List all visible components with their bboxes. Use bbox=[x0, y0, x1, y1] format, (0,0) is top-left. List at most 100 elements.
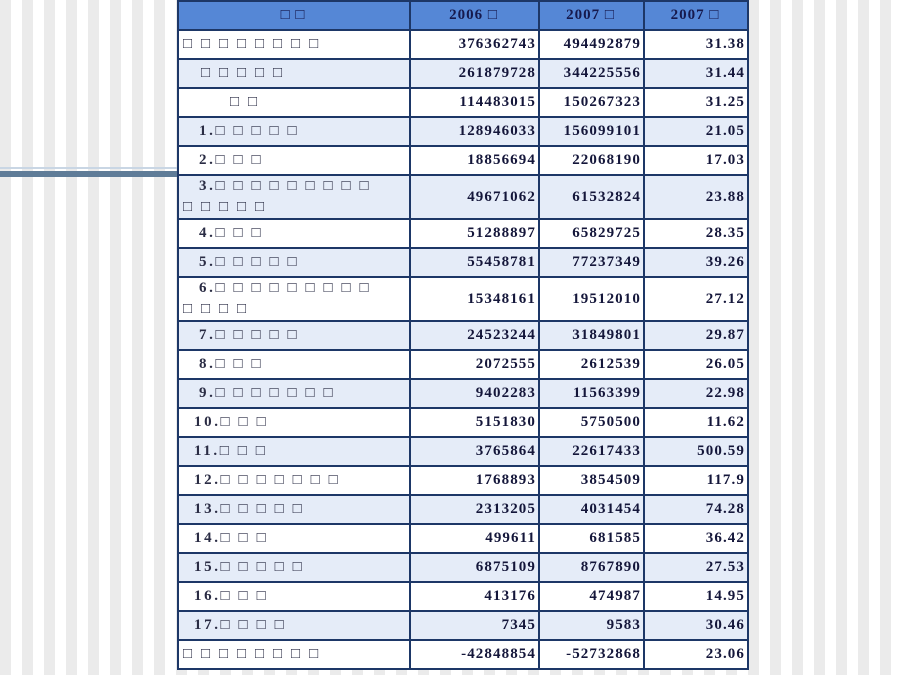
row-label: 4.□ □ □ bbox=[177, 218, 411, 249]
value-2007: 19512010 bbox=[538, 276, 645, 322]
row-label: 10.□ □ □ bbox=[177, 407, 411, 438]
growth-rate: 27.53 bbox=[643, 552, 749, 583]
value-2007: 77237349 bbox=[538, 247, 645, 278]
growth-rate: 31.38 bbox=[643, 29, 749, 60]
table-row: 6.□ □ □ □ □ □ □ □ □ □ □ □ □ 15348161 195120… bbox=[177, 276, 749, 322]
value-2007: -52732868 bbox=[538, 639, 645, 670]
growth-rate: 14.95 bbox=[643, 581, 749, 612]
table-row: 1.□ □ □ □ □ 128946033 156099101 21.05 bbox=[177, 116, 749, 147]
row-label-line: 15.□ □ □ □ □ bbox=[194, 559, 305, 575]
row-label: 9.□ □ □ □ □ □ □ bbox=[177, 378, 411, 409]
row-label-line: □ □ □ □ □ bbox=[201, 65, 285, 81]
growth-rate: 31.44 bbox=[643, 58, 749, 89]
value-2006: 18856694 bbox=[409, 145, 540, 176]
row-label: 7.□ □ □ □ □ bbox=[177, 320, 411, 351]
table-row: □ □ □ □ □ 261879728 344225556 31.44 bbox=[177, 58, 749, 89]
row-label-line: □ □ □ □ □ □ □ □ bbox=[183, 36, 321, 52]
growth-rate: 30.46 bbox=[643, 610, 749, 641]
value-2007: 150267323 bbox=[538, 87, 645, 118]
table-header: □ □ 2006 □ 2007 □ 2007 □ bbox=[177, 0, 749, 31]
table-row: 8.□ □ □ 2072555 2612539 26.05 bbox=[177, 349, 749, 380]
row-label-line: 9.□ □ □ □ □ □ □ bbox=[199, 385, 336, 401]
row-label-line: 4.□ □ □ bbox=[199, 225, 264, 241]
row-label-line: 1.□ □ □ □ □ bbox=[199, 123, 300, 139]
growth-rate: 23.06 bbox=[643, 639, 749, 670]
row-label-line: 11.□ □ □ bbox=[194, 443, 268, 459]
value-2007: 11563399 bbox=[538, 378, 645, 409]
value-2007: 22068190 bbox=[538, 145, 645, 176]
value-2007: 681585 bbox=[538, 523, 645, 554]
growth-rate: 28.35 bbox=[643, 218, 749, 249]
value-2007: 474987 bbox=[538, 581, 645, 612]
table-row: 3.□ □ □ □ □ □ □ □ □ □ □ □ □ □ 49671062 6153… bbox=[177, 174, 749, 220]
row-label: 3.□ □ □ □ □ □ □ □ □ □ □ □ □ □ bbox=[177, 174, 411, 220]
value-2007: 4031454 bbox=[538, 494, 645, 525]
table-row: 4.□ □ □ 51288897 65829725 28.35 bbox=[177, 218, 749, 249]
growth-rate: 26.05 bbox=[643, 349, 749, 380]
table-row: 7.□ □ □ □ □ 24523244 31849801 29.87 bbox=[177, 320, 749, 351]
table-row: 12.□ □ □ □ □ □ □ 1768893 3854509 117.9 bbox=[177, 465, 749, 496]
table-row: 2.□ □ □ 18856694 22068190 17.03 bbox=[177, 145, 749, 176]
value-2006: 499611 bbox=[409, 523, 540, 554]
table-row: 5.□ □ □ □ □ 55458781 77237349 39.26 bbox=[177, 247, 749, 278]
row-label-line: □ □ □ □ □ □ □ □ bbox=[183, 646, 321, 662]
row-label-line: 7.□ □ □ □ □ bbox=[199, 327, 300, 343]
growth-rate: 117.9 bbox=[643, 465, 749, 496]
header-row: □ □ 2006 □ 2007 □ 2007 □ bbox=[177, 0, 749, 31]
table-row: 17.□ □ □ □ 7345 9583 30.46 bbox=[177, 610, 749, 641]
growth-rate: 17.03 bbox=[643, 145, 749, 176]
growth-rate: 21.05 bbox=[643, 116, 749, 147]
value-2007: 9583 bbox=[538, 610, 645, 641]
growth-rate: 11.62 bbox=[643, 407, 749, 438]
table-row: 9.□ □ □ □ □ □ □ 9402283 11563399 22.98 bbox=[177, 378, 749, 409]
decorative-line bbox=[0, 171, 178, 177]
row-label-line: 12.□ □ □ □ □ □ □ bbox=[194, 472, 341, 488]
value-2006: 15348161 bbox=[409, 276, 540, 322]
row-label-line: 13.□ □ □ □ □ bbox=[194, 501, 305, 517]
header-cell-2007: 2007 □ bbox=[538, 0, 645, 31]
table-row: 15.□ □ □ □ □ 6875109 8767890 27.53 bbox=[177, 552, 749, 583]
value-2006: 376362743 bbox=[409, 29, 540, 60]
row-label-line: 14.□ □ □ bbox=[194, 530, 269, 546]
row-label: 2.□ □ □ bbox=[177, 145, 411, 176]
header-cell-growth: 2007 □ bbox=[643, 0, 749, 31]
value-2006: 6875109 bbox=[409, 552, 540, 583]
value-2007: 22617433 bbox=[538, 436, 645, 467]
value-2006: 5151830 bbox=[409, 407, 540, 438]
row-label: 1.□ □ □ □ □ bbox=[177, 116, 411, 147]
table-row: □ □ 114483015 150267323 31.25 bbox=[177, 87, 749, 118]
row-label-line: 5.□ □ □ □ □ bbox=[199, 254, 300, 270]
row-label-line: 8.□ □ □ bbox=[199, 356, 264, 372]
row-label-line: 6.□ □ □ □ □ □ □ □ □ bbox=[199, 280, 372, 296]
value-2007: 494492879 bbox=[538, 29, 645, 60]
value-2006: 2072555 bbox=[409, 349, 540, 380]
value-2006: 51288897 bbox=[409, 218, 540, 249]
row-label-line: □ □ □ □ □ bbox=[183, 199, 267, 215]
growth-rate: 74.28 bbox=[643, 494, 749, 525]
value-2006: 261879728 bbox=[409, 58, 540, 89]
row-label-line: □ □ bbox=[230, 94, 260, 110]
value-2006: 128946033 bbox=[409, 116, 540, 147]
table-row: 14.□ □ □ 499611 681585 36.42 bbox=[177, 523, 749, 554]
row-label: 11.□ □ □ bbox=[177, 436, 411, 467]
value-2007: 3854509 bbox=[538, 465, 645, 496]
row-label: 8.□ □ □ bbox=[177, 349, 411, 380]
row-label: 15.□ □ □ □ □ bbox=[177, 552, 411, 583]
value-2007: 5750500 bbox=[538, 407, 645, 438]
value-2006: 24523244 bbox=[409, 320, 540, 351]
row-label: □ □ □ □ □ □ □ □ bbox=[177, 29, 411, 60]
value-2007: 65829725 bbox=[538, 218, 645, 249]
slide: □ □ 2006 □ 2007 □ 2007 □ □ □ □ □ □ □ □ □… bbox=[0, 0, 900, 675]
row-label: 16.□ □ □ bbox=[177, 581, 411, 612]
value-2006: 7345 bbox=[409, 610, 540, 641]
growth-rate: 29.87 bbox=[643, 320, 749, 351]
row-label: 17.□ □ □ □ bbox=[177, 610, 411, 641]
growth-rate: 36.42 bbox=[643, 523, 749, 554]
growth-rate: 22.98 bbox=[643, 378, 749, 409]
value-2006: 114483015 bbox=[409, 87, 540, 118]
row-label: 13.□ □ □ □ □ bbox=[177, 494, 411, 525]
value-2006: 55458781 bbox=[409, 247, 540, 278]
value-2006: 49671062 bbox=[409, 174, 540, 220]
header-cell-2006: 2006 □ bbox=[409, 0, 540, 31]
value-2007: 344225556 bbox=[538, 58, 645, 89]
